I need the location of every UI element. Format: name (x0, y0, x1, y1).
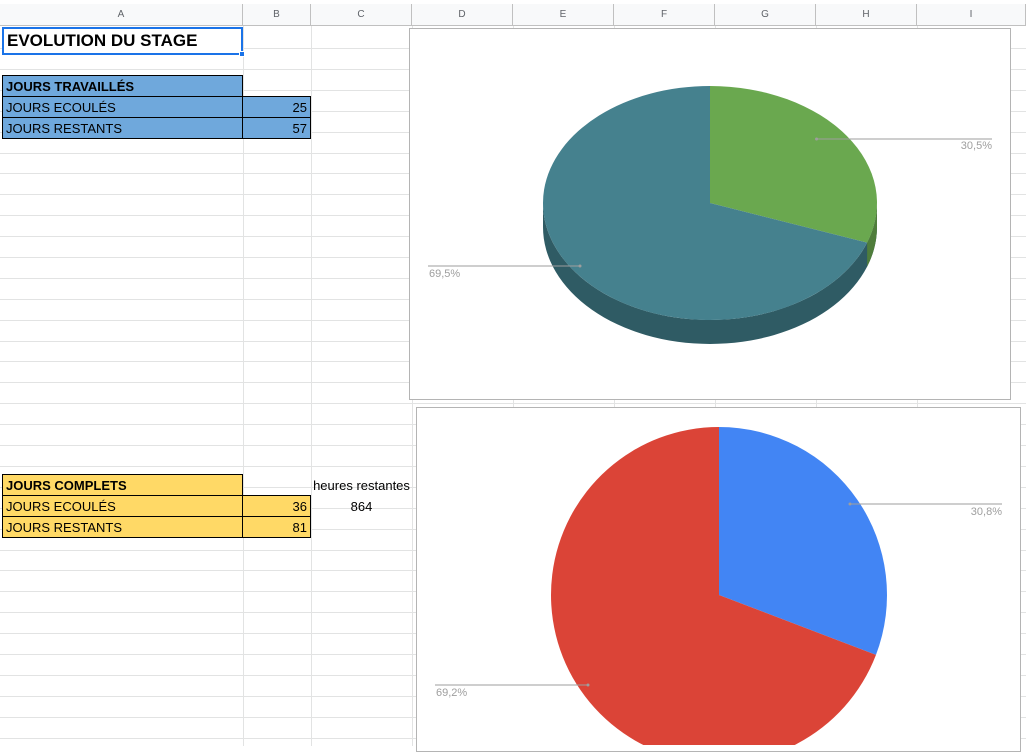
data-label: 30,8% (971, 506, 1002, 518)
column-header-e[interactable]: E (513, 4, 614, 26)
table-row-label[interactable]: JOURS ECOULÉS (2, 96, 243, 118)
table-row-value[interactable]: 57 (242, 117, 311, 139)
table-row-label[interactable]: JOURS ECOULÉS (2, 495, 243, 517)
table-row-value[interactable]: 36 (242, 495, 311, 517)
column-header-c[interactable]: C (311, 4, 412, 26)
column-header-i[interactable]: I (917, 4, 1026, 26)
leader-dot (848, 502, 852, 506)
column-gridline (311, 26, 312, 746)
table-row-value[interactable]: 81 (242, 516, 311, 538)
selection-handle[interactable] (239, 51, 245, 57)
hours-remaining-header[interactable]: heures restantes (311, 474, 412, 496)
table-header-travailles[interactable]: JOURS TRAVAILLÉS (2, 75, 243, 97)
table-header-complets[interactable]: JOURS COMPLETS (2, 474, 243, 496)
column-header-f[interactable]: F (614, 4, 715, 26)
hours-remaining-value[interactable]: 864 (311, 495, 412, 517)
column-header-d[interactable]: D (412, 4, 513, 26)
column-header-a[interactable]: A (0, 4, 243, 26)
pie-chart-jours-complets[interactable]: 30,8% 69,2% (416, 407, 1021, 752)
title-cell[interactable]: EVOLUTION DU STAGE (2, 27, 243, 55)
data-label: 30,5% (961, 140, 992, 152)
data-label: 69,2% (436, 687, 467, 699)
data-label: 69,5% (429, 268, 460, 280)
leader-dot (578, 264, 582, 268)
spreadsheet-grid[interactable]: A B C D E F G H I EVOLUTION DU STAGE JOU… (0, 0, 1026, 752)
pie-chart-2-plot: 30,8% 69,2% (435, 427, 1002, 745)
table-row-value[interactable]: 25 (242, 96, 311, 118)
column-header-g[interactable]: G (715, 4, 816, 26)
column-header-h[interactable]: H (816, 4, 917, 26)
table-row-label[interactable]: JOURS RESTANTS (2, 516, 243, 538)
column-header-b[interactable]: B (243, 4, 311, 26)
table-row-label[interactable]: JOURS RESTANTS (2, 117, 243, 139)
leader-dot (586, 683, 590, 687)
pie-chart-1-plot: 30,5% 69,5% (428, 86, 992, 344)
pie-chart-jours-travailles[interactable]: 30,5% 69,5% (409, 28, 1011, 400)
leader-dot (815, 137, 819, 141)
